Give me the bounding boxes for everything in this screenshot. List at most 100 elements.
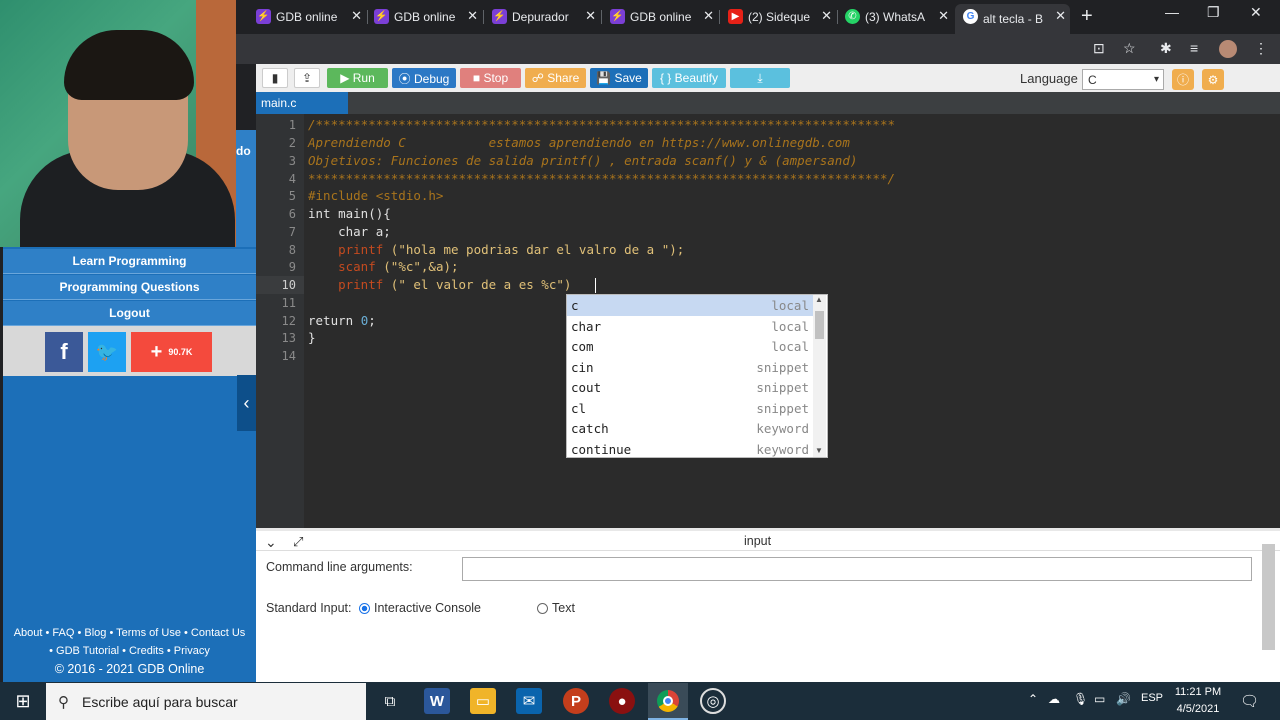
close-icon[interactable]: ✕ xyxy=(467,8,478,24)
taskbar-clock[interactable]: 11:21 PM 4/5/2021 xyxy=(1168,684,1228,718)
restore-icon[interactable]: ❐ xyxy=(1207,4,1220,21)
volume-icon[interactable]: 🔊 xyxy=(1116,692,1131,706)
task-view-icon[interactable]: ⧉ xyxy=(377,688,403,714)
obs-icon[interactable]: ◎ xyxy=(700,688,726,714)
twitter-icon[interactable]: 🐦 xyxy=(88,332,126,372)
minimize-icon[interactable]: — xyxy=(1165,4,1179,20)
autocomplete-item[interactable]: char local xyxy=(567,316,815,337)
sidebar-link-logout[interactable]: Logout xyxy=(3,301,256,326)
close-icon[interactable]: ✕ xyxy=(821,8,832,24)
new-file-icon[interactable]: ▮ xyxy=(262,68,288,88)
info-icon[interactable]: ⓘ xyxy=(1172,69,1194,90)
language-select[interactable]: C ▾ xyxy=(1082,69,1164,90)
star-icon[interactable]: ☆ xyxy=(1123,40,1136,57)
browser-tab-active[interactable]: G alt tecla - B ✕ xyxy=(955,4,1070,34)
debug-button[interactable]: ⦿ Debug xyxy=(392,68,456,88)
browser-tab[interactable]: ⚡ GDB online ✕ xyxy=(374,4,484,30)
close-icon[interactable]: ✕ xyxy=(1055,8,1066,24)
notifications-icon[interactable]: 🗨 xyxy=(1240,692,1259,710)
date: 4/5/2021 xyxy=(1176,703,1220,715)
browser-tab[interactable]: ⚡ GDB online ✕ xyxy=(610,4,720,30)
line-number: 9 xyxy=(288,260,296,274)
close-icon[interactable]: ✕ xyxy=(351,8,362,24)
autocomplete-scrollbar[interactable]: ▲ ▼ xyxy=(813,295,826,457)
panel-scrollbar[interactable] xyxy=(1262,544,1275,650)
browser-tab[interactable]: ⚡ Depurador ✕ xyxy=(492,4,602,30)
tab-title: (2) Sideque xyxy=(748,10,810,24)
line-number: 14 xyxy=(281,349,296,363)
line-number: 5 xyxy=(288,189,296,203)
close-icon[interactable]: ✕ xyxy=(585,8,596,24)
browser-tab[interactable]: ⚡ GDB online ✕ xyxy=(256,4,368,30)
save-button[interactable]: 💾 Save xyxy=(590,68,648,88)
radio-selected-icon xyxy=(359,602,370,614)
footer-links-2[interactable]: • GDB Tutorial • Credits • Privacy xyxy=(3,642,256,660)
sidebar-link-learn-programming[interactable]: Learn Programming xyxy=(3,249,256,274)
share-button[interactable]: ☍ Share xyxy=(525,68,586,88)
input-language[interactable]: ESP xyxy=(1141,692,1163,704)
radio-text[interactable]: Text xyxy=(537,601,575,615)
file-explorer-icon[interactable]: ▭ xyxy=(470,688,496,714)
word-icon[interactable]: W xyxy=(424,688,450,714)
close-icon[interactable]: ✕ xyxy=(703,8,714,24)
scroll-down-icon[interactable]: ▼ xyxy=(815,446,823,455)
powerpoint-icon[interactable]: P xyxy=(563,688,589,714)
autocomplete-item[interactable]: continue keyword xyxy=(567,439,815,460)
microphone-icon[interactable]: 🎙 xyxy=(1073,692,1088,706)
chrome-icon[interactable] xyxy=(648,683,688,720)
sidebar-link-programming-questions[interactable]: Programming Questions xyxy=(3,275,256,300)
facebook-icon[interactable]: f xyxy=(45,332,83,372)
menu-icon[interactable]: ⋮ xyxy=(1254,40,1268,57)
cla-label: Command line arguments: xyxy=(266,560,413,574)
radio-label: Interactive Console xyxy=(374,601,482,615)
file-tab-main[interactable]: main.c xyxy=(256,92,348,114)
reading-list-icon[interactable]: ≡ xyxy=(1190,40,1198,56)
autocomplete-item[interactable]: catch keyword xyxy=(567,418,815,439)
app-icon[interactable]: ● xyxy=(609,688,635,714)
code-line: #include <stdio.h> xyxy=(308,188,444,203)
line-number: 4 xyxy=(288,172,296,186)
windows-start-icon[interactable]: ⊞ xyxy=(10,688,36,714)
social-share-bar xyxy=(3,326,256,376)
profile-avatar[interactable] xyxy=(1219,40,1237,58)
cloud-icon[interactable]: ☁ xyxy=(1048,692,1060,706)
autocomplete-item[interactable]: cl snippet xyxy=(567,398,815,419)
radio-interactive-console[interactable]: Interactive Console xyxy=(359,601,481,615)
beautify-button[interactable]: { } Beautify xyxy=(652,68,726,88)
mail-icon[interactable]: ✉ xyxy=(516,688,542,714)
search-placeholder: Escribe aquí para buscar xyxy=(82,693,238,710)
close-icon[interactable]: ✕ xyxy=(938,8,949,24)
expand-icon[interactable]: ⤢ xyxy=(293,534,303,550)
translate-icon[interactable]: ⊡ xyxy=(1093,40,1105,57)
new-tab-icon[interactable]: + xyxy=(1081,5,1093,28)
footer-links-1[interactable]: About • FAQ • Blog • Terms of Use • Cont… xyxy=(3,624,256,642)
share-count-button[interactable]: + 90.7K xyxy=(131,332,212,372)
cla-input[interactable] xyxy=(462,557,1252,581)
gdb-icon: ⚡ xyxy=(256,9,271,24)
run-button[interactable]: ▶ Run xyxy=(327,68,388,88)
autocomplete-item[interactable]: com local xyxy=(567,336,815,357)
taskbar-search[interactable]: ⚲ Escribe aquí para buscar xyxy=(46,683,366,720)
upload-icon[interactable]: ⇪ xyxy=(294,68,320,88)
chevron-down-icon[interactable]: ⌄ xyxy=(265,534,277,551)
gear-icon[interactable]: ⚙ xyxy=(1202,69,1224,90)
sidebar-partial-text: do xyxy=(236,144,251,158)
autocomplete-item[interactable]: cout snippet xyxy=(567,377,815,398)
window-close-icon[interactable]: ✕ xyxy=(1250,4,1262,21)
autocomplete-item[interactable]: cin snippet xyxy=(567,357,815,378)
gdb-icon: ⚡ xyxy=(374,9,389,24)
collapse-sidebar-button[interactable]: ‹ xyxy=(237,375,256,431)
network-icon[interactable]: ▭ xyxy=(1094,692,1105,706)
scroll-up-icon[interactable]: ▲ xyxy=(815,295,823,304)
file-tab-strip xyxy=(256,92,1280,114)
autocomplete-item-selected[interactable]: c local xyxy=(567,295,815,316)
text-cursor xyxy=(595,278,596,293)
extensions-icon[interactable]: ✱ xyxy=(1160,40,1172,57)
download-icon[interactable]: ⤓ xyxy=(730,68,790,88)
google-icon: G xyxy=(963,9,978,24)
browser-tab[interactable]: ✆ (3) WhatsA ✕ xyxy=(845,4,953,30)
browser-tab[interactable]: ▶ (2) Sideque ✕ xyxy=(728,4,838,30)
chevron-up-icon[interactable]: ⌃ xyxy=(1028,692,1038,706)
stop-button[interactable]: ■ Stop xyxy=(460,68,521,88)
radio-unselected-icon xyxy=(537,602,548,614)
